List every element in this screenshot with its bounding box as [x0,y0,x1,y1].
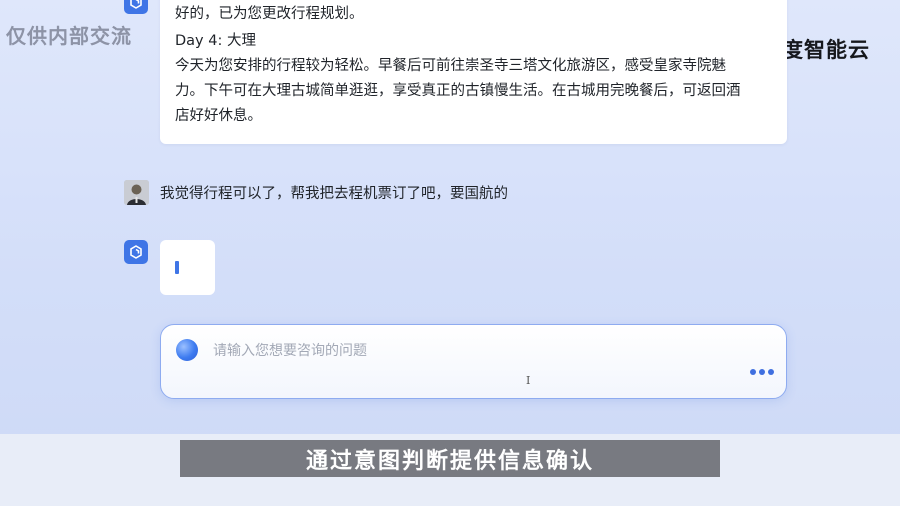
user-avatar [124,180,149,205]
bot-avatar-icon [124,0,148,14]
reply-line: 好的，已为您更改行程规划。 [175,6,364,22]
caption-text: 通过意图判断提供信息确认 [305,448,594,474]
chat-input-box[interactable]: I [160,324,787,399]
reply-day-heading: Day 4: 大理 [175,33,256,49]
assistant-orb-icon [176,339,198,361]
watermark-text: 仅供内部交流 [6,24,132,48]
more-dots-icon[interactable] [750,369,774,375]
reply-line: 力。下午可在大理古城简单逛逛，享受真正的古镇慢生活。在古城用完晚餐后，可返回酒 [175,83,741,99]
reply-line: 店好好休息。 [175,108,262,124]
typing-cursor-icon [175,261,179,274]
bot-avatar-icon [124,240,148,264]
reply-line: 今天为您安排的行程较为轻松。早餐后可前往崇圣寺三塔文化旅游区，感受皇家寺院魅 [175,58,726,74]
user-message: 我觉得行程可以了，帮我把去程机票订了吧，要国航的 [160,186,508,202]
video-caption: 通过意图判断提供信息确认 [180,440,720,477]
chat-input[interactable] [211,338,715,364]
bot-typing-bubble [160,240,215,295]
bot-reply-bubble: 好的，已为您更改行程规划。 Day 4: 大理 今天为您安排的行程较为轻松。早餐… [160,0,787,144]
text-cursor-icon: I [526,374,531,387]
